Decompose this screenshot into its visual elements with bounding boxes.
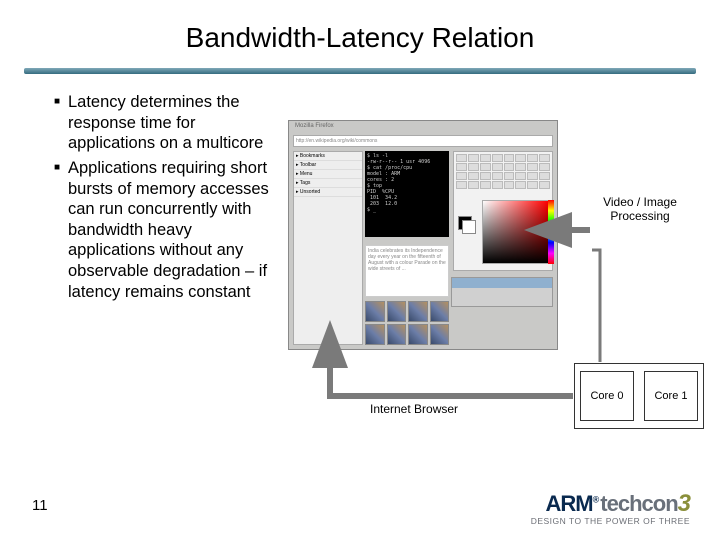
label-text: Video / Image Processing xyxy=(594,195,686,224)
fig-address-bar: http://en.wikipedia.org/wiki/commons xyxy=(293,135,553,147)
page-number: 11 xyxy=(32,497,48,514)
footer-logo: ARM® techcon3 DESIGN TO THE POWER OF THR… xyxy=(531,490,690,526)
arm-logo: ARM® xyxy=(546,491,599,517)
registered-icon: ® xyxy=(593,495,599,505)
bullet-item: ■ Latency determines the response time f… xyxy=(54,92,274,154)
fig-terminal: $ ls -l -rw-r--r-- 1 usr 4096 $ cat /pro… xyxy=(365,151,449,237)
fig-toolbox xyxy=(454,152,552,189)
title-rule xyxy=(24,68,696,74)
techcon-word: techcon xyxy=(600,491,677,516)
bullet-text: Applications requiring short bursts of m… xyxy=(68,158,274,302)
fig-document-pane: India celebrates its Independence day ev… xyxy=(365,245,449,297)
core-group: Core 0 Core 1 xyxy=(574,363,704,429)
fig-sidebar: ▸ Bookmarks▸ Toolbar▸ Menu▸ Tags▸ Unsort… xyxy=(293,151,363,345)
slide: Bandwidth-Latency Relation ■ Latency det… xyxy=(0,0,720,540)
fig-color-picker xyxy=(482,200,549,264)
fig-thumbnails xyxy=(365,301,449,345)
desktop-screenshot: Mozilla Firefox http://en.wikipedia.org/… xyxy=(288,120,558,350)
label-internet-browser: Internet Browser xyxy=(370,402,458,416)
bullet-marker-icon: ■ xyxy=(54,92,68,154)
fig-preview-band xyxy=(451,277,553,307)
fig-image-editor xyxy=(453,151,553,271)
bullet-text: Latency determines the response time for… xyxy=(68,92,274,154)
fig-color-swatch-icon xyxy=(458,216,476,234)
core-1: Core 1 xyxy=(644,371,698,421)
slide-title: Bandwidth-Latency Relation xyxy=(0,22,720,54)
techcon-three: 3 xyxy=(678,490,690,517)
bullet-list: ■ Latency determines the response time f… xyxy=(54,92,274,306)
bullet-marker-icon: ■ xyxy=(54,158,68,302)
techcon-text: techcon3 xyxy=(600,490,690,518)
arm-text: ARM xyxy=(546,491,593,516)
fig-window-title: Mozilla Firefox xyxy=(295,123,334,129)
bullet-item: ■ Applications requiring short bursts of… xyxy=(54,158,274,302)
core-0: Core 0 xyxy=(580,371,634,421)
fig-hue-bar xyxy=(548,200,554,264)
footer-tagline: DESIGN TO THE POWER OF THREE xyxy=(531,516,690,526)
label-video-image-processing: Video / Image Processing xyxy=(594,195,686,224)
